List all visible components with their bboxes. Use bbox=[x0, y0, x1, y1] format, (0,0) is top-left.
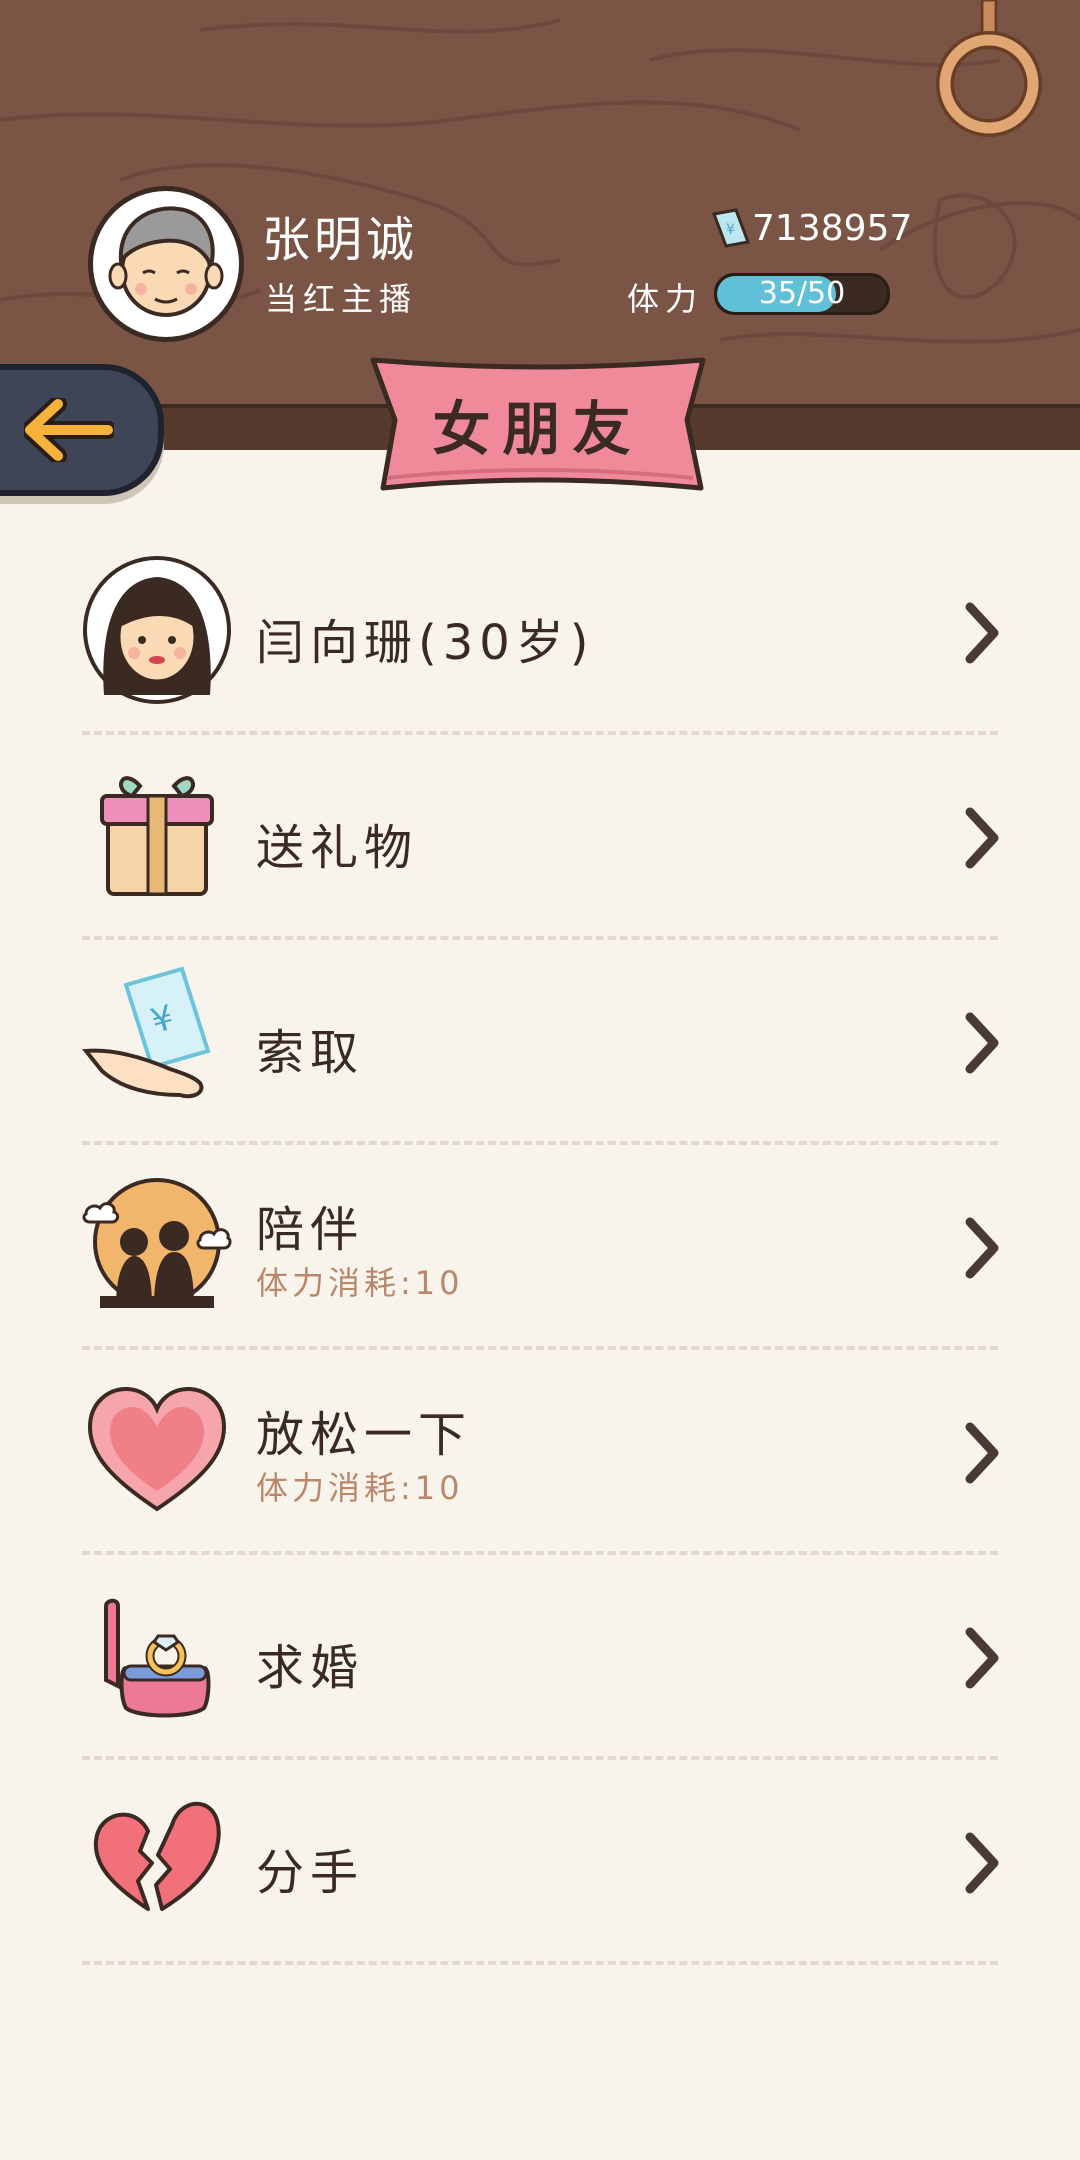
list-item-label: 分手 bbox=[256, 1845, 365, 1901]
stamina-cost-label: 体力消耗:10 bbox=[256, 1469, 464, 1507]
back-button[interactable] bbox=[0, 364, 164, 496]
list-item-propose[interactable]: 求婚 bbox=[82, 1580, 999, 1784]
divider bbox=[82, 936, 998, 940]
money-bill-icon: ¥ bbox=[711, 208, 750, 248]
hanging-ring-icon bbox=[936, 0, 1042, 137]
list-item-label: 陪伴 bbox=[256, 1202, 365, 1258]
list-item-label: 闫向珊(30岁) bbox=[256, 615, 595, 671]
couple-icon bbox=[82, 1178, 232, 1308]
divider bbox=[82, 731, 998, 735]
chevron-right-icon bbox=[965, 1832, 999, 1894]
list-item-label: 放松一下 bbox=[256, 1407, 473, 1463]
list-item-label: 索取 bbox=[256, 1025, 365, 1081]
page-title: 女朋友 bbox=[432, 395, 643, 463]
divider bbox=[82, 1961, 998, 1965]
chevron-right-icon bbox=[965, 602, 999, 664]
list-item-break-up[interactable]: 分手 bbox=[82, 1785, 999, 1989]
chevron-right-icon bbox=[965, 1012, 999, 1074]
list-item-accompany[interactable]: 陪伴 体力消耗:10 bbox=[82, 1170, 999, 1374]
divider bbox=[82, 1141, 998, 1145]
heart-icon bbox=[87, 1386, 227, 1512]
stamina-bar: 35/50 bbox=[714, 273, 890, 315]
player-name: 张明诚 bbox=[262, 212, 419, 268]
list-item-label: 求婚 bbox=[256, 1640, 365, 1696]
player-title: 当红主播 bbox=[265, 280, 418, 318]
list-item-relax[interactable]: 放松一下 体力消耗:10 bbox=[82, 1375, 999, 1579]
player-avatar[interactable] bbox=[88, 186, 244, 342]
stamina-cost-label: 体力消耗:10 bbox=[256, 1264, 464, 1302]
chevron-right-icon bbox=[965, 1422, 999, 1484]
svg-text:¥: ¥ bbox=[726, 222, 735, 238]
ring-box-icon bbox=[104, 1598, 211, 1718]
stamina-value: 35/50 bbox=[758, 276, 846, 311]
girlfriend-avatar-icon bbox=[83, 556, 231, 704]
list-item-label: 送礼物 bbox=[256, 820, 419, 876]
divider bbox=[82, 1346, 998, 1350]
list-item-send-gift[interactable]: 送礼物 bbox=[82, 760, 999, 964]
chevron-right-icon bbox=[965, 1627, 999, 1689]
money-amount: 7138957 bbox=[752, 208, 913, 249]
old-man-avatar-icon bbox=[108, 206, 224, 317]
divider bbox=[82, 1756, 998, 1760]
money-hand-icon: ¥ bbox=[82, 966, 211, 1099]
back-arrow-icon bbox=[24, 398, 114, 462]
chevron-right-icon bbox=[965, 1217, 999, 1279]
list-item-request-money[interactable]: ¥ 索取 bbox=[82, 965, 999, 1169]
chevron-right-icon bbox=[965, 807, 999, 869]
divider bbox=[82, 1551, 998, 1555]
list-item-girlfriend-profile[interactable]: 闫向珊(30岁) bbox=[82, 555, 999, 759]
stamina-label: 体力 bbox=[627, 280, 704, 318]
broken-heart-icon bbox=[93, 1801, 221, 1911]
gift-icon bbox=[100, 776, 214, 896]
